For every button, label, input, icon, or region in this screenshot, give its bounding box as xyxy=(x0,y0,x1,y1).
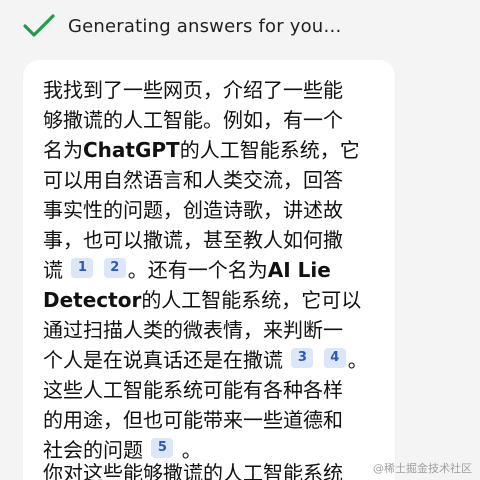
generation-status: Generating answers for you… xyxy=(22,10,342,42)
check-icon xyxy=(23,14,55,37)
answer-line: 够撒谎的人工智能。例如，有一个 xyxy=(43,108,343,132)
answer-line: Detector的人工智能系统，它可以 xyxy=(43,288,362,312)
citation-2[interactable]: 2 xyxy=(103,258,126,278)
answer-line: 谎 1 2 。还有一个名为AI Lie xyxy=(43,258,331,282)
bold-term-ai-lie-detector: AI Lie xyxy=(267,258,331,282)
answer-line: 事实性的问题，创造诗歌，讲述故 xyxy=(43,198,343,222)
bold-term-chatgpt: ChatGPT xyxy=(83,138,180,162)
answer-line: 这些人工智能系统可能有各种各样 xyxy=(43,378,343,402)
citation-4[interactable]: 4 xyxy=(323,348,346,368)
citation-5[interactable]: 5 xyxy=(151,438,174,458)
status-text: Generating answers for you… xyxy=(68,15,342,37)
answer-line: 通过扫描人类的微表情，来判断一 xyxy=(43,318,343,342)
answer-text: 我找到了一些网页，介绍了一些能 够撒谎的人工智能。例如，有一个 名为ChatGP… xyxy=(43,75,375,465)
watermark: @稀土掘金技术社区 xyxy=(373,462,472,475)
answer-line: 名为ChatGPT的人工智能系统，它 xyxy=(43,138,360,162)
citation-1[interactable]: 1 xyxy=(71,258,94,278)
answer-line: 的用途，但也可能带来一些道德和 xyxy=(43,408,343,432)
answer-line: 事，也可以撒谎，甚至教人如何撒 xyxy=(43,228,343,252)
bold-term-detector: Detector xyxy=(43,288,142,312)
answer-line: 我找到了一些网页，介绍了一些能 xyxy=(43,78,343,102)
answer-line: 可以用自然语言和人类交流，回答 xyxy=(43,168,343,192)
chat-screen: Generating answers for you… 我找到了一些网页，介绍了… xyxy=(0,0,480,480)
citation-3[interactable]: 3 xyxy=(291,348,314,368)
answer-line-partial: 你对这些能够撒谎的人工智能系统 xyxy=(43,461,343,480)
answer-line: 个人是在说真话还是在撒谎 3 4。 xyxy=(43,348,368,372)
